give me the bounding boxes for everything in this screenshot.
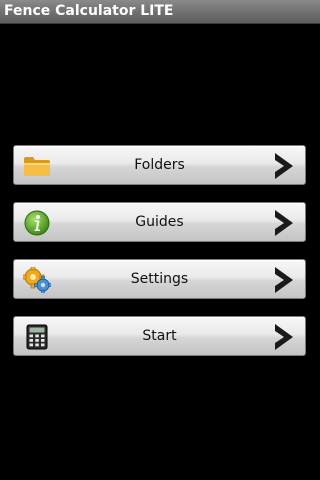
guides-button[interactable]: Guides bbox=[13, 202, 306, 242]
start-label: Start bbox=[142, 328, 177, 344]
settings-label: Settings bbox=[130, 271, 189, 287]
guides-label: Guides bbox=[135, 214, 184, 230]
chevron-right-icon bbox=[271, 208, 297, 238]
chevron-right-icon bbox=[271, 151, 297, 181]
folders-label: Folders bbox=[134, 157, 185, 173]
chevron-right-icon bbox=[271, 322, 297, 352]
settings-button[interactable]: Settings bbox=[13, 259, 306, 299]
start-button[interactable]: Start bbox=[13, 316, 306, 356]
app-title: Fence Calculator LITE bbox=[4, 3, 174, 19]
chevron-right-icon bbox=[271, 265, 297, 295]
title-bar: Fence Calculator LITE bbox=[0, 0, 320, 24]
folders-button[interactable]: Folders bbox=[13, 145, 306, 185]
app-screen: Fence Calculator LITE Folders Guides Set… bbox=[0, 0, 320, 480]
